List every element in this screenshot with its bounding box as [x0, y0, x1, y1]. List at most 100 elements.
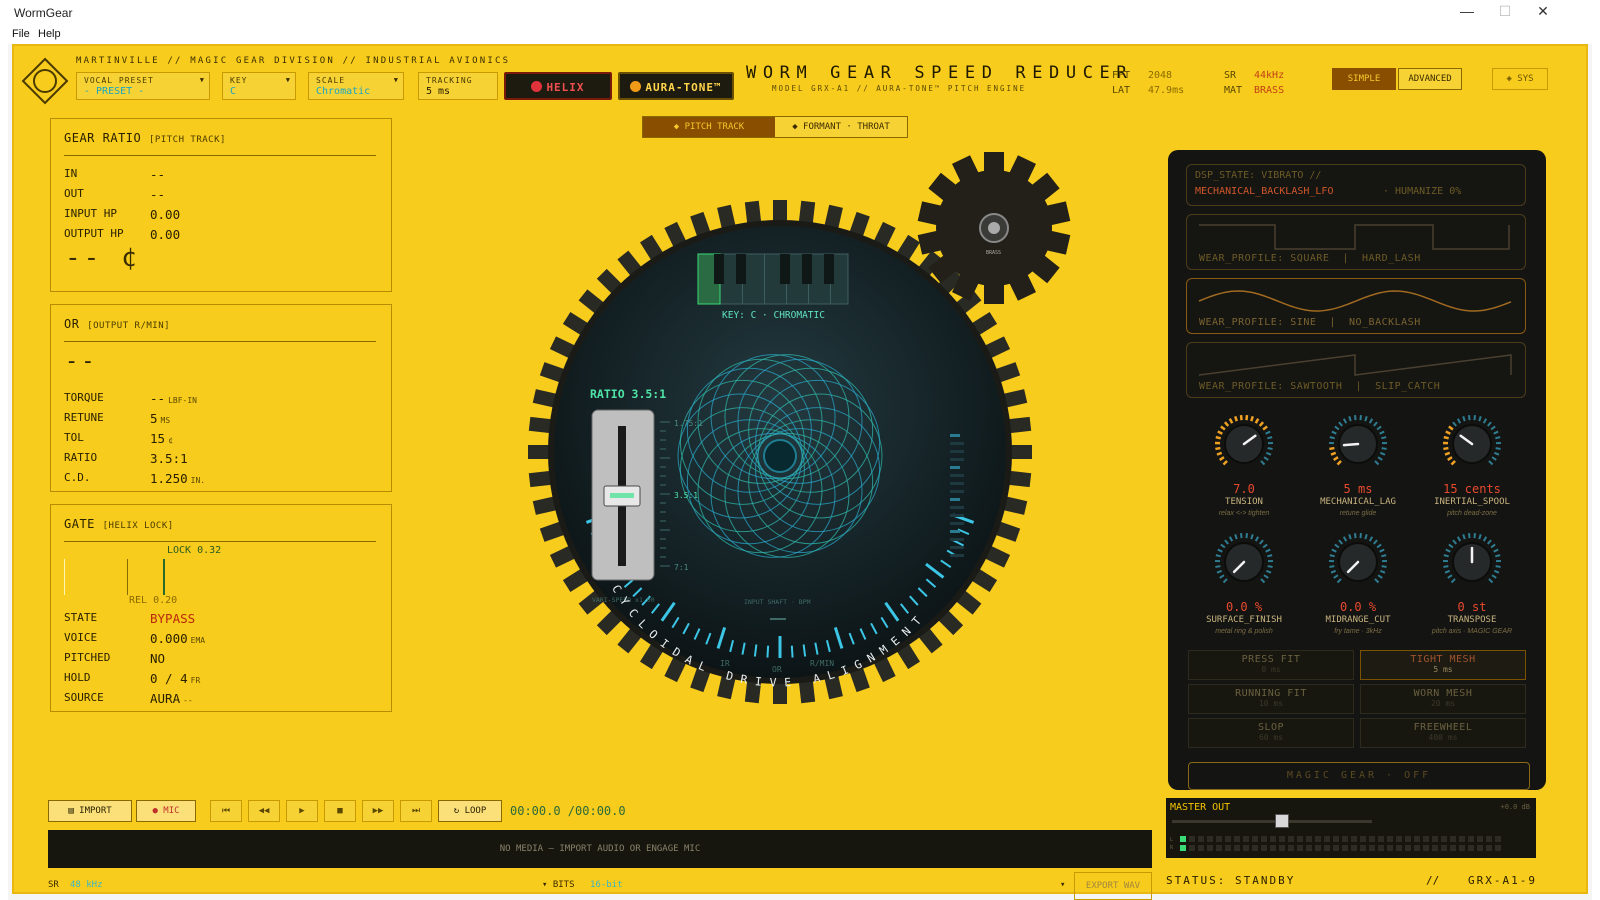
knob-tick	[1228, 536, 1234, 542]
knob-active-tick	[1254, 418, 1260, 424]
scale-select[interactable]: SCALE Chromatic ▼	[308, 72, 404, 100]
knob-active-tick	[1220, 425, 1226, 431]
magic-gear-button[interactable]: MAGIC GEAR · OFF	[1188, 762, 1530, 790]
knob-tick	[1379, 548, 1385, 553]
mesh-label: RUNNING FIT	[1235, 688, 1307, 699]
knob-dial[interactable]	[1326, 412, 1390, 476]
close-icon[interactable]: ✕	[1528, 3, 1558, 20]
wear-profile-sawtooth[interactable]: WEAR_PROFILE: SAWTOOTH | SLIP_CATCH	[1186, 342, 1526, 398]
knob-tick	[1348, 534, 1352, 540]
knob-tick	[1376, 425, 1382, 431]
tracking-caption: TRACKING	[426, 76, 473, 85]
master-fader-track[interactable]	[1172, 820, 1372, 823]
knob-dial[interactable]	[1440, 530, 1504, 594]
mesh-running-fit-button[interactable]: RUNNING FIT 10 ms	[1188, 684, 1354, 714]
meter-segment	[1288, 845, 1294, 851]
maximize-icon[interactable]: ☐	[1490, 3, 1520, 20]
simple-mode-button[interactable]: SIMPLE	[1332, 68, 1396, 90]
wear-profile-sine[interactable]: WEAR_PROFILE: SINE | NO_BACKLASH	[1186, 278, 1526, 334]
knob-tick	[1452, 539, 1457, 545]
mesh-slop-button[interactable]: SLOP 60 ms	[1188, 718, 1354, 748]
mesh-freewheel-button[interactable]: FREEWHEEL 400 ms	[1360, 718, 1526, 748]
stop-button[interactable]: ■	[324, 800, 356, 822]
alignment-tick	[766, 645, 770, 658]
ratio-slider[interactable]	[591, 409, 655, 581]
meter-segment	[1189, 845, 1195, 851]
minimize-icon[interactable]: —	[1452, 3, 1482, 19]
meter-segment	[1234, 845, 1240, 851]
meter-segment	[1423, 836, 1429, 842]
meter-segment	[1324, 836, 1330, 842]
loop-button[interactable]: ↻ LOOP	[438, 800, 502, 822]
advanced-mode-button[interactable]: ADVANCED	[1398, 68, 1462, 90]
mesh-press-fit-button[interactable]: PRESS FIT 0 ms	[1188, 650, 1354, 680]
knob-tick	[1222, 578, 1228, 584]
waveform-area[interactable]: NO MEDIA — IMPORT AUDIO OR ENGAGE MIC	[48, 830, 1152, 868]
dsp-state-box: DSP_STATE: VIBRATO // MECHANICAL_BACKLAS…	[1186, 164, 1526, 206]
mic-button[interactable]: ● MIC	[136, 800, 196, 822]
knob-active-tick	[1448, 425, 1454, 431]
wear-profile-square[interactable]: WEAR_PROFILE: SQUARE | HARD_LASH	[1186, 214, 1526, 270]
ladder-bar	[950, 546, 964, 549]
master-fader-thumb[interactable]	[1275, 814, 1289, 828]
play-button[interactable]: ▶	[286, 800, 318, 822]
knob-tick	[1329, 436, 1335, 440]
tab-pitch-track[interactable]: ◆ PITCH TRACK	[643, 117, 775, 137]
key-select[interactable]: KEY C ▼	[222, 72, 296, 100]
knob-tick	[1495, 565, 1501, 568]
export-wav-button[interactable]: EXPORT WAV	[1074, 872, 1152, 900]
ladder-bar	[950, 554, 964, 557]
vocal-preset-select[interactable]: VOCAL PRESET - PRESET - ▼	[76, 72, 210, 100]
meter-segment	[1342, 845, 1348, 851]
helix-button[interactable]: HELIX	[504, 72, 612, 100]
profile-mode: HARD_LASH	[1362, 253, 1421, 264]
auratone-button[interactable]: AURA-TONE™	[618, 72, 734, 100]
import-button[interactable]: ▤ IMPORT	[48, 800, 132, 822]
lock-marker[interactable]	[163, 559, 165, 595]
source-label: SOURCE	[64, 691, 104, 704]
rel-marker[interactable]	[127, 559, 128, 595]
gear-logo-icon	[21, 57, 69, 105]
knob-active-tick	[1443, 446, 1449, 451]
sr-label: SR	[1224, 70, 1237, 81]
knob-tick	[1462, 416, 1466, 422]
meter-segment	[1270, 845, 1276, 851]
skip-start-button[interactable]: ⏮	[210, 800, 242, 822]
knob-tick	[1267, 554, 1273, 558]
knob-dial[interactable]	[1212, 530, 1276, 594]
menu-file[interactable]: File	[12, 28, 30, 40]
gear-ratio-title: GEAR RATIO [PITCH TRACK]	[64, 131, 226, 145]
tab-formant-throat[interactable]: ◆ FORMANT · THROAT	[775, 117, 907, 137]
mesh-tight-mesh-button[interactable]: TIGHT MESH 5 ms	[1360, 650, 1526, 680]
sr-select[interactable]: 48 kHz	[70, 880, 103, 890]
skip-end-button[interactable]: ⏭	[400, 800, 432, 822]
knob-dial[interactable]	[1212, 412, 1276, 476]
piano-keys[interactable]	[697, 253, 849, 305]
knob-tick	[1374, 578, 1380, 584]
meter-segment	[1369, 836, 1375, 842]
out-label: OUT	[64, 187, 84, 200]
sawtooth-wave-icon	[1198, 354, 1512, 376]
ladder-bar	[950, 522, 964, 525]
sys-button[interactable]: ◈ SYS	[1492, 68, 1548, 90]
or-big-readout: --	[65, 349, 98, 374]
menu-help[interactable]: Help	[38, 28, 61, 40]
tracking-field[interactable]: TRACKING 5 ms	[418, 72, 498, 100]
bits-select[interactable]: 16-bit	[590, 880, 623, 890]
knob-active-tick	[1330, 451, 1337, 456]
hub	[763, 439, 797, 473]
knob-tick	[1444, 569, 1451, 574]
knob-tick	[1338, 539, 1343, 545]
knob-active-tick	[1333, 456, 1339, 461]
meter-segment	[1342, 836, 1348, 842]
rewind-button[interactable]: ◀◀	[248, 800, 280, 822]
fast-forward-button[interactable]: ▶▶	[362, 800, 394, 822]
knob-tick	[1478, 416, 1482, 422]
knob-tick	[1267, 436, 1273, 440]
knob-dial[interactable]	[1440, 412, 1504, 476]
small-brass-gear[interactable]: BRASS	[904, 138, 1084, 318]
ladder-bar	[950, 442, 964, 445]
knob-tick	[1493, 451, 1500, 456]
mesh-worn-mesh-button[interactable]: WORN MESH 20 ms	[1360, 684, 1526, 714]
knob-dial[interactable]	[1326, 530, 1390, 594]
